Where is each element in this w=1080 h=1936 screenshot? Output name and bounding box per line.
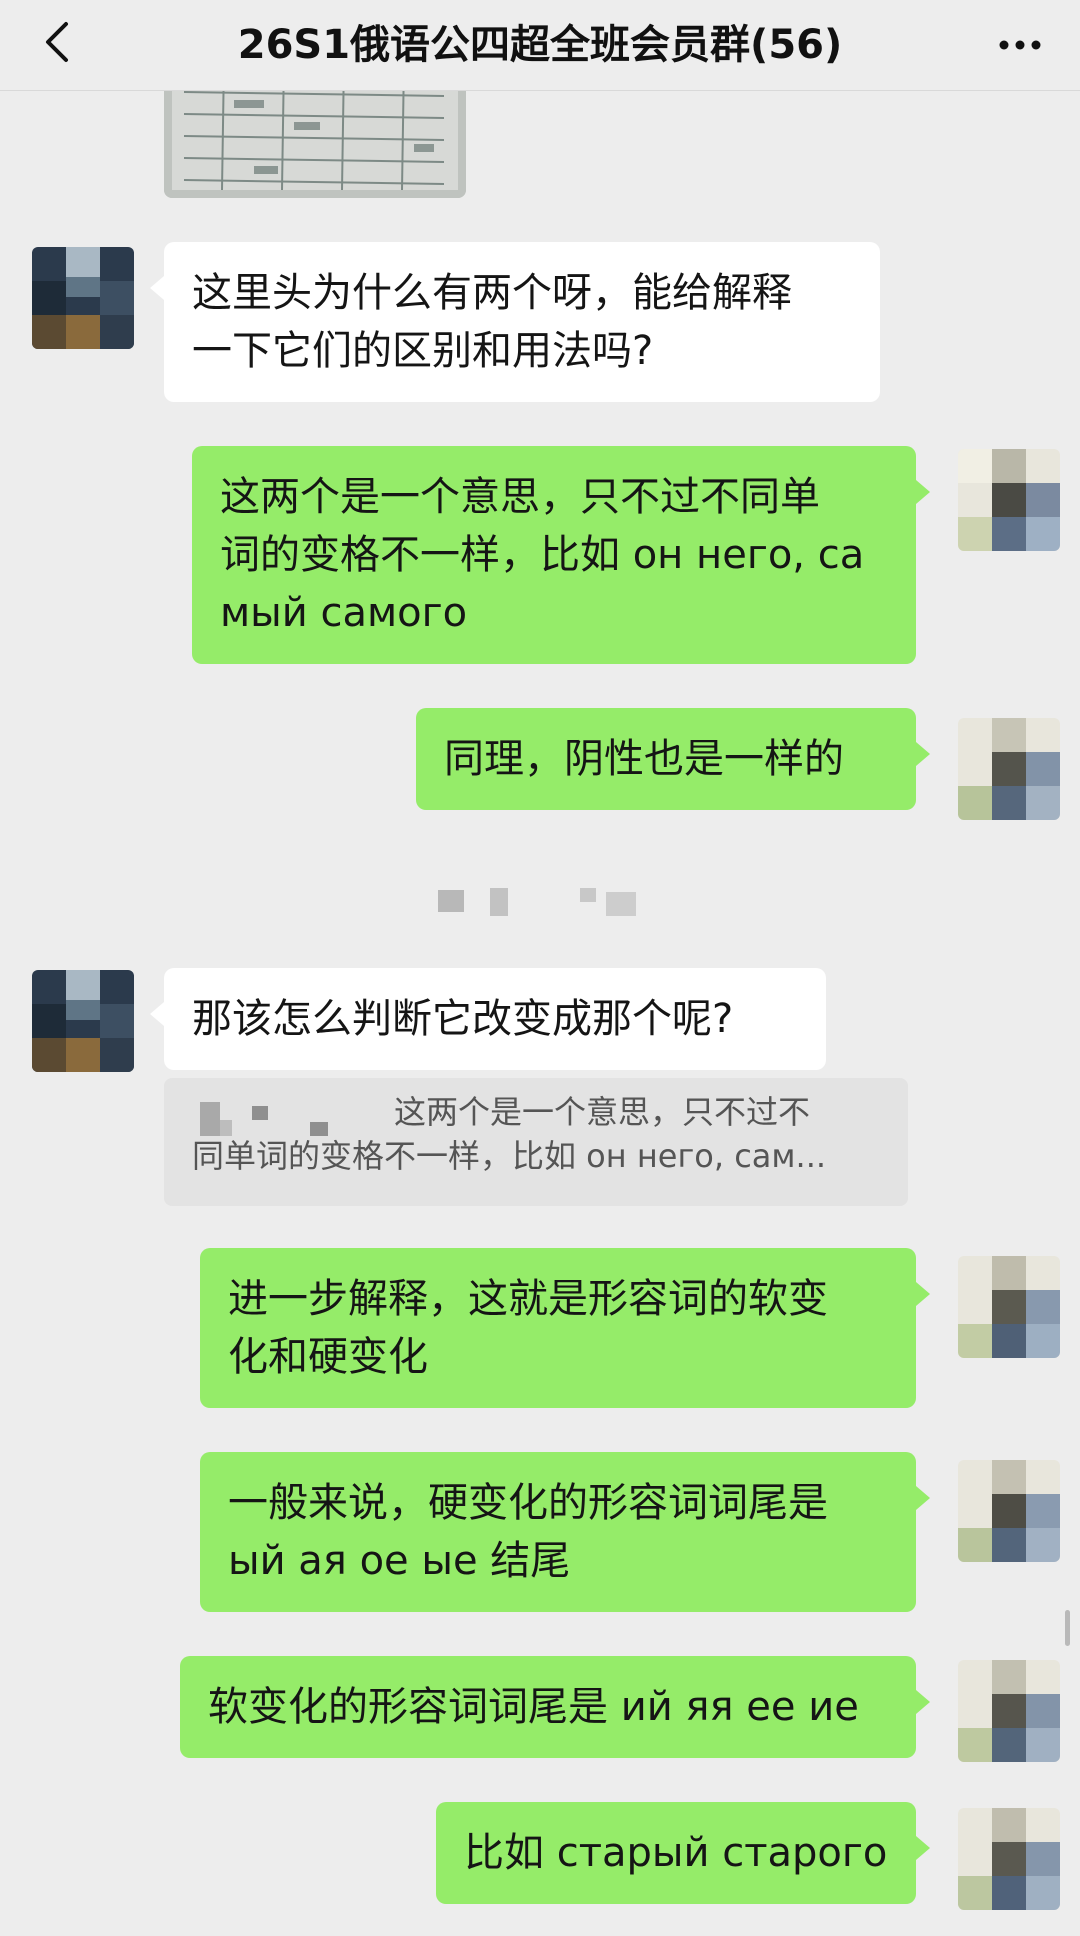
avatar[interactable] bbox=[958, 1660, 1060, 1762]
avatar[interactable] bbox=[958, 1808, 1060, 1910]
avatar[interactable] bbox=[32, 970, 134, 1072]
scrollbar[interactable] bbox=[1065, 1610, 1070, 1646]
sent-message[interactable]: 同理，阴性也是一样的 bbox=[416, 708, 930, 810]
avatar[interactable] bbox=[958, 718, 1060, 820]
sent-message[interactable]: 这两个是一个意思，只不过不同单 词的变格不一样，比如 он него, са м… bbox=[192, 446, 930, 664]
quote-sender-blurred bbox=[200, 1102, 350, 1138]
avatar[interactable] bbox=[958, 1256, 1060, 1358]
avatar[interactable] bbox=[958, 449, 1060, 551]
back-button[interactable] bbox=[30, 12, 90, 72]
chat-title: 26S1俄语公四超全班会员群(56) bbox=[237, 22, 843, 68]
sent-message[interactable]: 比如 старый старого bbox=[436, 1802, 930, 1904]
system-notice-blurred bbox=[430, 884, 670, 924]
sent-message[interactable]: 软变化的形容词词尾是 ий яя ее ие bbox=[180, 1656, 930, 1758]
avatar[interactable] bbox=[32, 247, 134, 349]
quote-text: 同单词的变格不一样，比如 он него, сам... bbox=[192, 1137, 827, 1175]
quote-text: 这两个是一个意思，只不过不 bbox=[394, 1093, 811, 1131]
sent-message[interactable]: 进一步解释，这就是形容词的软变 化和硬变化 bbox=[200, 1248, 930, 1408]
chevron-left-icon bbox=[46, 22, 68, 62]
received-message[interactable]: 这里头为什么有两个呀，能给解释 一下它们的区别和用法吗? bbox=[150, 242, 880, 402]
avatar[interactable] bbox=[958, 1460, 1060, 1562]
more-button[interactable] bbox=[990, 15, 1050, 75]
chat-screen: 这里头为什么有两个呀，能给解释 一下它们的区别和用法吗? 这两个是一个意思，只不… bbox=[0, 0, 1080, 1936]
received-message[interactable]: 那该怎么判断它改变成那个呢? bbox=[150, 968, 826, 1070]
more-dots-icon bbox=[999, 40, 1041, 50]
sent-message[interactable]: 一般来说，硬变化的形容词词尾是 ый ая ое ые 结尾 bbox=[200, 1452, 930, 1612]
nav-bar: 26S1俄语公四超全班会员群(56) bbox=[0, 0, 1080, 91]
quoted-message[interactable]: 这两个是一个意思，只不过不 同单词的变格不一样，比如 он него, сам.… bbox=[164, 1078, 908, 1206]
message-list[interactable]: 这里头为什么有两个呀，能给解释 一下它们的区别和用法吗? 这两个是一个意思，只不… bbox=[0, 0, 1080, 1936]
